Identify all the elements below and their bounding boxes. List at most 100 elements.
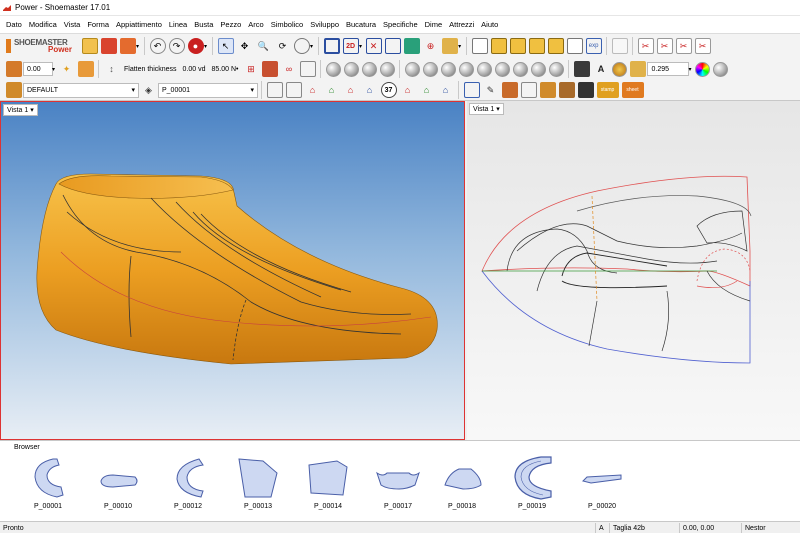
shoe-export-icon[interactable]: [119, 38, 136, 54]
sphere-tool-icon-6[interactable]: [422, 61, 438, 77]
shoe-edit-icon[interactable]: [261, 61, 278, 77]
flatten-thickness-value[interactable]: 0.00 vd: [183, 66, 206, 73]
split-view-icon[interactable]: [323, 38, 340, 54]
piece-thumbnail[interactable]: P_00014: [303, 455, 353, 517]
sphere-tool-icon-11[interactable]: [512, 61, 528, 77]
flatten-shoe-icon[interactable]: [77, 61, 94, 77]
select-arrow-icon[interactable]: ↖: [217, 38, 234, 54]
piece-list-icon[interactable]: [566, 38, 583, 54]
3d-viewport[interactable]: Vista 1 ▾: [0, 101, 465, 440]
layers-icon[interactable]: [403, 38, 420, 54]
menu-simbolico[interactable]: Simbolico: [271, 20, 304, 29]
sphere-tool-icon-4[interactable]: [379, 61, 395, 77]
piece-thumbnail[interactable]: P_00001: [23, 455, 73, 517]
piece-tool-icon-8[interactable]: ⌂: [419, 82, 435, 98]
menu-attrezzi[interactable]: Attrezzi: [449, 20, 474, 29]
menu-dime[interactable]: Dime: [425, 20, 443, 29]
spacing-field[interactable]: 0.295: [647, 62, 690, 76]
2d-viewport[interactable]: Vista 1 ▾: [467, 101, 800, 440]
dimension-icon[interactable]: ⊞: [243, 61, 259, 77]
piece-tool-icon-12[interactable]: [520, 82, 537, 98]
marker-icon[interactable]: [5, 61, 22, 77]
cut-tool-icon-3[interactable]: ✂: [675, 38, 692, 54]
orbit-icon[interactable]: [293, 38, 310, 54]
sphere-tool-icon-9[interactable]: [476, 61, 492, 77]
color-wheel-icon[interactable]: [695, 61, 710, 77]
view-selector[interactable]: Vista 1 ▾: [3, 104, 38, 116]
view-selector-2d[interactable]: Vista 1 ▾: [469, 103, 504, 115]
sphere-tool-icon-10[interactable]: [494, 61, 510, 77]
piece-thumbnail[interactable]: P_00018: [437, 455, 487, 517]
piece-thumbnail[interactable]: P_00017: [373, 455, 423, 517]
sphere-tool-icon-7[interactable]: [440, 61, 456, 77]
rotate-view-icon[interactable]: ⟳: [275, 38, 291, 54]
sphere-tool-icon-2[interactable]: [343, 61, 359, 77]
piece-icon[interactable]: ◈: [141, 82, 157, 98]
piece-tool-icon-10[interactable]: [463, 82, 480, 98]
menu-specifiche[interactable]: Specifiche: [383, 20, 418, 29]
stop-icon[interactable]: ●: [187, 38, 204, 54]
measure-icon[interactable]: ⊕: [423, 38, 439, 54]
ruler-icon[interactable]: [441, 38, 458, 54]
piece-thumbnail[interactable]: P_00020: [577, 455, 627, 517]
menu-appiattimento[interactable]: Appiattimento: [116, 20, 162, 29]
new-sheet-icon[interactable]: [471, 38, 488, 54]
menu-arco[interactable]: Arco: [248, 20, 263, 29]
cut-tool-icon-2[interactable]: ✂: [656, 38, 673, 54]
menu-sviluppo[interactable]: Sviluppo: [310, 20, 339, 29]
pattern-icon-3[interactable]: [528, 38, 545, 54]
menu-forma[interactable]: Forma: [87, 20, 109, 29]
piece-tool-icon-13[interactable]: [539, 82, 556, 98]
flatten-icon[interactable]: ↕: [104, 61, 120, 77]
zoom-extents-icon[interactable]: [384, 38, 401, 54]
piece-thumbnail[interactable]: P_00019: [507, 455, 557, 517]
chevron-down-icon[interactable]: ▾: [310, 43, 313, 50]
piece-tool-icon-7[interactable]: ⌂: [400, 82, 416, 98]
pan-icon[interactable]: ✥: [237, 38, 253, 54]
2d-view-icon[interactable]: 2D: [342, 38, 359, 54]
chevron-down-icon[interactable]: ▾: [359, 43, 362, 50]
piece-tool-icon-2[interactable]: [285, 82, 302, 98]
piece-tool-icon-6[interactable]: ⌂: [362, 82, 378, 98]
sphere-tool-icon-8[interactable]: [458, 61, 474, 77]
chevron-down-icon[interactable]: ▾: [688, 66, 691, 73]
menu-linea[interactable]: Linea: [169, 20, 187, 29]
chevron-down-icon[interactable]: ▾: [204, 43, 207, 50]
zoom-icon[interactable]: 🔍: [256, 38, 272, 54]
pattern-icon-4[interactable]: [547, 38, 564, 54]
piece-tool-icon-5[interactable]: ⌂: [343, 82, 359, 98]
flatten-thickness-value-2[interactable]: 85.00 N•: [212, 66, 239, 73]
save-icon[interactable]: [573, 61, 590, 77]
piece-combo[interactable]: P_00001 ▾: [158, 82, 258, 98]
pattern-icon-1[interactable]: [490, 38, 507, 54]
cut-tool-icon-1[interactable]: ✂: [637, 38, 654, 54]
sphere-tool-icon-12[interactable]: [530, 61, 546, 77]
size-badge[interactable]: 37: [380, 82, 397, 98]
menu-pezzo[interactable]: Pezzo: [220, 20, 241, 29]
text-icon[interactable]: A: [593, 61, 609, 77]
document-icon[interactable]: [611, 38, 628, 54]
sheet-icon[interactable]: sheet: [621, 82, 644, 98]
piece-tool-icon-9[interactable]: ⌂: [438, 82, 454, 98]
shoe-style-icon[interactable]: [5, 82, 22, 98]
undo-icon[interactable]: ↶: [149, 38, 166, 54]
stitch-icon[interactable]: [629, 61, 646, 77]
grid-icon[interactable]: [299, 61, 316, 77]
menu-modifica[interactable]: Modifica: [29, 20, 57, 29]
pencil-icon[interactable]: ✎: [483, 82, 499, 98]
sphere-tool-icon-1[interactable]: [325, 61, 341, 77]
menu-dato[interactable]: Dato: [6, 20, 22, 29]
piece-thumbnail[interactable]: P_00010: [93, 455, 143, 517]
cut-tool-icon-4[interactable]: ✂: [694, 38, 711, 54]
piece-tool-icon-4[interactable]: ⌂: [324, 82, 340, 98]
piece-tool-icon-1[interactable]: [266, 82, 283, 98]
color-sphere-icon[interactable]: [611, 61, 627, 77]
save-shoe-icon[interactable]: [100, 38, 117, 54]
fit-window-icon[interactable]: ✕: [365, 38, 382, 54]
menu-aiuto[interactable]: Aiuto: [481, 20, 498, 29]
stamp-icon[interactable]: stamp: [596, 82, 619, 98]
globe-icon[interactable]: [713, 61, 728, 77]
value-field[interactable]: 0.00: [23, 62, 53, 76]
export-icon[interactable]: exp: [585, 38, 602, 54]
pattern-icon-2[interactable]: [509, 38, 526, 54]
